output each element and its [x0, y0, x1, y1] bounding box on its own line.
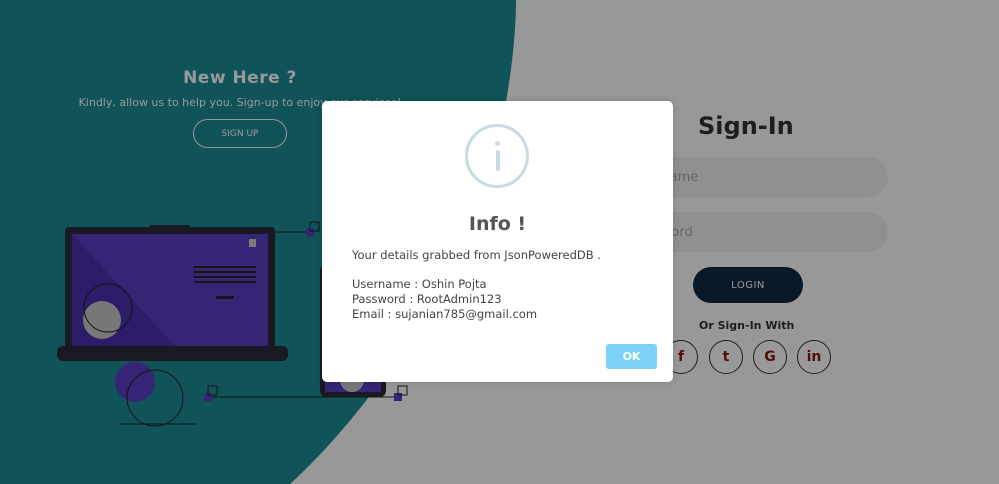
modal-username-line: Username : Oshin Pojta: [352, 277, 487, 291]
info-icon: [465, 124, 529, 188]
modal-title: Info !: [468, 213, 527, 235]
modal-email-line: Email : sujanian785@gmail.com: [352, 307, 538, 321]
info-modal: Info ! Your details grabbed from JsonPow…: [322, 101, 673, 382]
modal-password-line: Password : RootAdmin123: [352, 292, 502, 306]
modal-message: Your details grabbed from JsonPoweredDB …: [352, 248, 601, 262]
ok-button[interactable]: OK: [606, 344, 657, 369]
